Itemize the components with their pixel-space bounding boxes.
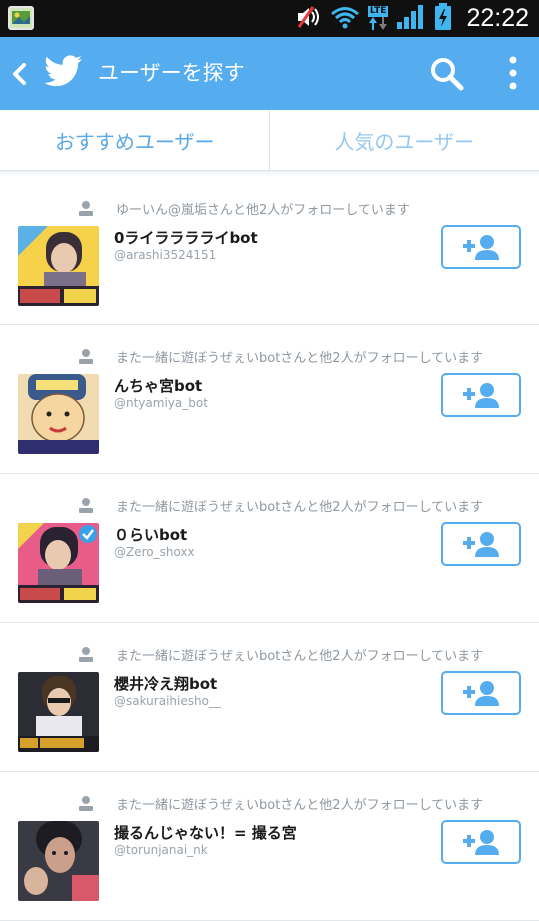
user-handle: @arashi3524151 xyxy=(114,248,216,262)
overflow-menu-button[interactable] xyxy=(500,53,526,93)
user-handle: @torunjanai_nk xyxy=(114,843,208,857)
avatar[interactable] xyxy=(18,821,99,901)
person-icon xyxy=(78,646,94,662)
user-row[interactable]: また一緒に遊ぼうぜぇいbotさんと他2人がフォローしています 撮るんじゃない！=… xyxy=(0,772,539,921)
lte-icon: LTE xyxy=(368,6,389,31)
person-icon xyxy=(78,497,94,513)
social-context: また一緒に遊ぼうぜぇいbotさんと他2人がフォローしています xyxy=(78,496,483,514)
person-icon xyxy=(78,200,94,216)
search-icon xyxy=(428,55,466,93)
social-context-text: また一緒に遊ぼうぜぇいbotさんと他2人がフォローしています xyxy=(116,347,483,366)
mute-icon xyxy=(296,5,322,33)
social-context: また一緒に遊ぼうぜぇいbotさんと他2人がフォローしています xyxy=(78,645,483,663)
add-user-icon xyxy=(461,530,501,558)
user-handle: @ntyamiya_bot xyxy=(114,396,208,410)
social-context: また一緒に遊ぼうぜぇいbotさんと他2人がフォローしています xyxy=(78,347,483,365)
user-list: ゆーいん@嵐垢さんと他2人がフォローしています 0ライラララライbot @ara… xyxy=(0,177,539,921)
clock: 22:22 xyxy=(466,4,529,33)
person-icon xyxy=(78,795,94,811)
avatar[interactable] xyxy=(18,226,99,306)
avatar[interactable] xyxy=(18,672,99,752)
user-row[interactable]: ゆーいん@嵐垢さんと他2人がフォローしています 0ライラララライbot @ara… xyxy=(0,177,539,325)
social-context: ゆーいん@嵐垢さんと他2人がフォローしています xyxy=(78,199,410,217)
tab-divider xyxy=(269,110,270,170)
avatar[interactable] xyxy=(18,523,99,603)
add-user-icon xyxy=(461,828,501,856)
user-name[interactable]: 撮るんじゃない！= 撮る宮 xyxy=(114,822,297,843)
social-context-text: また一緒に遊ぼうぜぇいbotさんと他2人がフォローしています xyxy=(116,645,483,664)
user-handle: @sakuraihiesho__ xyxy=(114,694,221,708)
back-button[interactable] xyxy=(6,57,34,91)
social-context-text: また一緒に遊ぼうぜぇいbotさんと他2人がフォローしています xyxy=(116,496,483,515)
follow-button[interactable] xyxy=(441,522,521,566)
battery-charging-icon xyxy=(434,3,452,35)
social-context-text: ゆーいん@嵐垢さんと他2人がフォローしています xyxy=(116,199,410,218)
add-user-icon xyxy=(461,233,501,261)
user-name[interactable]: んちゃ宮bot xyxy=(114,375,202,396)
user-row[interactable]: また一緒に遊ぼうぜぇいbotさんと他2人がフォローしています んちゃ宮bot @… xyxy=(0,325,539,474)
back-arrow-icon xyxy=(6,57,34,91)
user-row[interactable]: また一緒に遊ぼうぜぇいbotさんと他2人がフォローしています 櫻井冷え翔bot … xyxy=(0,623,539,772)
follow-button[interactable] xyxy=(441,671,521,715)
status-bar: LTE 22:22 xyxy=(0,0,539,37)
add-user-icon xyxy=(461,381,501,409)
social-context: また一緒に遊ぼうぜぇいbotさんと他2人がフォローしています xyxy=(78,794,483,812)
user-name[interactable]: 櫻井冷え翔bot xyxy=(114,673,217,694)
page-title: ユーザーを探す xyxy=(98,37,245,110)
signal-icon xyxy=(396,4,426,34)
search-button[interactable] xyxy=(428,55,466,93)
add-user-icon xyxy=(461,679,501,707)
social-context-text: また一緒に遊ぼうぜぇいbotさんと他2人がフォローしています xyxy=(116,794,483,813)
follow-button[interactable] xyxy=(441,373,521,417)
follow-button[interactable] xyxy=(441,820,521,864)
wifi-icon xyxy=(330,5,360,33)
user-name[interactable]: ０らいbot xyxy=(114,524,187,545)
gallery-notification-icon xyxy=(8,5,36,33)
follow-button[interactable] xyxy=(441,225,521,269)
tab-bar: おすすめユーザー 人気のユーザー xyxy=(0,110,539,171)
more-vert-icon xyxy=(500,53,526,93)
tab-recommended-users[interactable]: おすすめユーザー xyxy=(0,110,270,170)
avatar[interactable] xyxy=(18,374,99,454)
person-icon xyxy=(78,348,94,364)
app-bar: ユーザーを探す xyxy=(0,37,539,110)
user-handle: @Zero_shoxx xyxy=(114,545,195,559)
user-name[interactable]: 0ライラララライbot xyxy=(114,227,258,248)
user-row[interactable]: また一緒に遊ぼうぜぇいbotさんと他2人がフォローしています ０らいbot @Z… xyxy=(0,474,539,623)
tab-popular-users[interactable]: 人気のユーザー xyxy=(270,110,539,170)
twitter-bird-icon[interactable] xyxy=(44,54,84,90)
